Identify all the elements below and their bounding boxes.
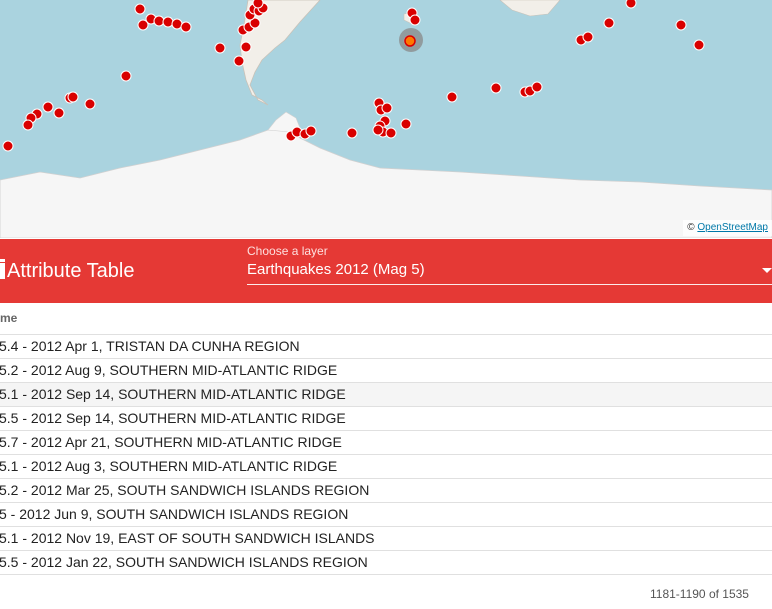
earthquake-marker[interactable] [22, 119, 34, 131]
map-view[interactable]: © OpenStreetMap [0, 0, 772, 238]
layer-select-label: Choose a layer [247, 244, 328, 258]
table-row[interactable]: 5.5 - 2012 Jan 22, SOUTH SANDWICH ISLAND… [0, 551, 772, 575]
earthquake-marker[interactable] [305, 125, 317, 137]
row-name: 5.2 - 2012 Aug 9, SOUTHERN MID-ATLANTIC … [0, 362, 338, 378]
layer-select-value: Earthquakes 2012 (Mag 5) [247, 261, 425, 278]
earthquake-marker[interactable] [446, 91, 458, 103]
attribute-table: me 5.4 - 2012 Apr 1, TRISTAN DA CUNHA RE… [0, 303, 772, 575]
earthquake-marker[interactable] [42, 101, 54, 113]
earthquake-marker[interactable] [233, 55, 245, 67]
layer-select[interactable]: Earthquakes 2012 (Mag 5) [247, 260, 772, 285]
attribution-symbol: © [687, 222, 695, 233]
earthquake-markers [2, 0, 705, 152]
earthquake-marker[interactable] [625, 0, 637, 9]
selected-earthquake-marker[interactable] [404, 35, 416, 47]
row-name: 5.4 - 2012 Apr 1, TRISTAN DA CUNHA REGIO… [0, 338, 300, 354]
row-name: 5.5 - 2012 Jan 22, SOUTH SANDWICH ISLAND… [0, 554, 368, 570]
table-row[interactable]: 5.2 - 2012 Aug 9, SOUTHERN MID-ATLANTIC … [0, 359, 772, 383]
earthquake-marker[interactable] [252, 0, 264, 9]
row-name: 5 - 2012 Jun 9, SOUTH SANDWICH ISLANDS R… [0, 506, 349, 522]
table-footer: 1181-1190 of 1535 [0, 585, 772, 605]
earthquake-marker[interactable] [240, 41, 252, 53]
earthquake-marker[interactable] [409, 14, 421, 26]
earthquake-marker[interactable] [84, 98, 96, 110]
earthquake-marker[interactable] [214, 42, 226, 54]
earthquake-marker[interactable] [2, 140, 14, 152]
earthquake-marker[interactable] [400, 118, 412, 130]
map-attribution: © OpenStreetMap [683, 220, 772, 236]
table-icon [0, 259, 5, 279]
table-row[interactable]: 5.1 - 2012 Aug 3, SOUTHERN MID-ATLANTIC … [0, 455, 772, 479]
earthquake-marker[interactable] [67, 91, 79, 103]
toolbar-title-area: Attribute Table [0, 239, 135, 303]
earthquake-marker[interactable] [53, 107, 65, 119]
attribute-table-toolbar: Attribute Table Choose a layer Earthquak… [0, 239, 772, 303]
table-row[interactable]: 5.5 - 2012 Sep 14, SOUTHERN MID-ATLANTIC… [0, 407, 772, 431]
row-name: 5.1 - 2012 Aug 3, SOUTHERN MID-ATLANTIC … [0, 458, 338, 474]
chevron-down-icon[interactable] [762, 268, 772, 273]
earthquake-marker[interactable] [490, 82, 502, 94]
earthquake-marker[interactable] [153, 15, 165, 27]
earthquake-marker[interactable] [531, 81, 543, 93]
earthquake-marker[interactable] [134, 3, 146, 15]
openstreetmap-link[interactable]: OpenStreetMap [697, 222, 768, 233]
table-row[interactable]: 5 - 2012 Jun 9, SOUTH SANDWICH ISLANDS R… [0, 503, 772, 527]
earthquake-marker[interactable] [582, 31, 594, 43]
earthquake-marker[interactable] [675, 19, 687, 31]
earthquake-marker[interactable] [120, 70, 132, 82]
earthquake-marker[interactable] [137, 19, 149, 31]
row-name: 5.2 - 2012 Mar 25, SOUTH SANDWICH ISLAND… [0, 482, 370, 498]
column-header-name[interactable]: me [0, 303, 772, 335]
row-name: 5.5 - 2012 Sep 14, SOUTHERN MID-ATLANTIC… [0, 410, 346, 426]
table-row[interactable]: 5.4 - 2012 Apr 1, TRISTAN DA CUNHA REGIO… [0, 335, 772, 359]
table-row[interactable]: 5.1 - 2012 Sep 14, SOUTHERN MID-ATLANTIC… [0, 383, 772, 407]
earthquake-marker[interactable] [180, 21, 192, 33]
map-canvas[interactable] [0, 0, 772, 238]
row-name: 5.1 - 2012 Sep 14, SOUTHERN MID-ATLANTIC… [0, 386, 346, 402]
toolbar-title: Attribute Table [7, 259, 135, 282]
earthquake-marker[interactable] [385, 127, 397, 139]
table-row[interactable]: 5.7 - 2012 Apr 21, SOUTHERN MID-ATLANTIC… [0, 431, 772, 455]
table-row[interactable]: 5.2 - 2012 Mar 25, SOUTH SANDWICH ISLAND… [0, 479, 772, 503]
pagination-info: 1181-1190 of 1535 [650, 587, 749, 601]
row-name: 5.7 - 2012 Apr 21, SOUTHERN MID-ATLANTIC… [0, 434, 342, 450]
earthquake-marker[interactable] [171, 18, 183, 30]
earthquake-marker[interactable] [346, 127, 358, 139]
table-row[interactable]: 5.1 - 2012 Nov 19, EAST OF SOUTH SANDWIC… [0, 527, 772, 551]
earthquake-marker[interactable] [603, 17, 615, 29]
earthquake-marker[interactable] [372, 124, 384, 136]
earthquake-marker[interactable] [693, 39, 705, 51]
earthquake-marker[interactable] [162, 16, 174, 28]
earthquake-marker[interactable] [381, 102, 393, 114]
row-name: 5.1 - 2012 Nov 19, EAST OF SOUTH SANDWIC… [0, 530, 375, 546]
